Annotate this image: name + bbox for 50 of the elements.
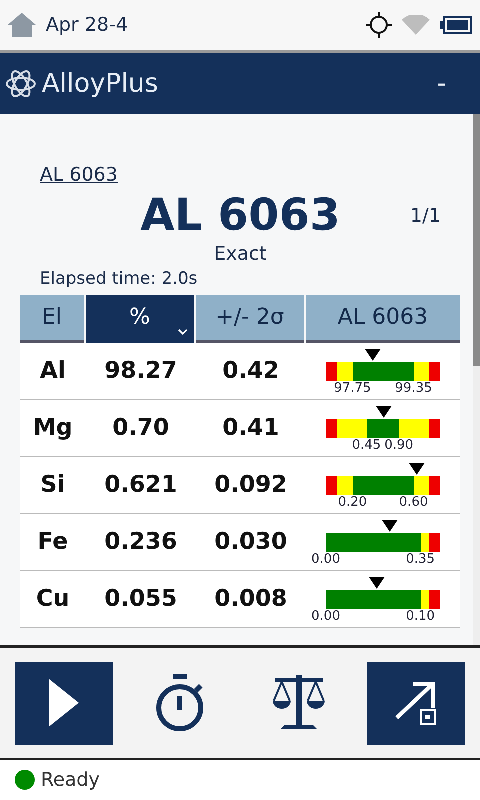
- status-text: Ready: [41, 769, 100, 791]
- element-cell-text: Fe: [36, 529, 70, 555]
- percent-cell-text: 0.236: [104, 529, 178, 555]
- range-label: 99.35: [395, 381, 432, 396]
- crosshair-icon: [366, 12, 392, 38]
- home-icon[interactable]: [8, 13, 36, 37]
- range-label: 0.90: [384, 438, 414, 453]
- element-cell-text: Si: [40, 472, 66, 498]
- range-label: 0.00: [312, 552, 340, 567]
- error-cell-text: 0.030: [214, 529, 288, 555]
- column-header[interactable]: %: [86, 295, 194, 343]
- range-label: 97.75: [334, 381, 372, 396]
- stopwatch-icon: [156, 674, 206, 732]
- status-title: Apr 28-4: [46, 14, 130, 36]
- app-title: AlloyPlus: [42, 68, 160, 98]
- percent-cell-text: 0.055: [104, 586, 178, 612]
- element-cell-text: Al: [39, 358, 67, 384]
- range-label: 0.45: [352, 438, 382, 453]
- error-cell-text: 0.41: [222, 415, 280, 441]
- scrollbar-thumb[interactable]: [473, 114, 480, 366]
- chevron-down-icon: [178, 329, 188, 336]
- element-cell-text: Cu: [35, 586, 71, 612]
- error-cell-text: 0.092: [214, 472, 288, 498]
- percent-cell-text: 98.27: [104, 358, 178, 384]
- column-header[interactable]: El: [20, 295, 84, 343]
- play-button[interactable]: [15, 662, 113, 744]
- match-count: 1/1: [410, 204, 441, 226]
- battery-icon: [440, 16, 472, 34]
- wifi-icon: [402, 15, 430, 35]
- atom-icon: [6, 68, 36, 98]
- grade-link[interactable]: AL 6063: [40, 164, 118, 186]
- export-icon: [394, 680, 437, 726]
- column-header[interactable]: AL 6063: [306, 295, 460, 343]
- minimize-button[interactable]: -: [422, 68, 462, 98]
- range-label: 0.60: [399, 495, 428, 510]
- range-label: 0.35: [406, 552, 436, 567]
- range-label: 0.20: [338, 495, 368, 510]
- range-label: 0.10: [406, 609, 436, 624]
- error-cell-text: 0.008: [214, 586, 288, 612]
- match-quality: Exact: [214, 243, 267, 265]
- range-label: 0.00: [312, 609, 340, 624]
- error-cell-text: 0.42: [222, 358, 280, 384]
- export-button[interactable]: [366, 662, 465, 744]
- grade-title: AL 6063: [140, 190, 340, 241]
- column-header[interactable]: +/- 2σ: [196, 295, 304, 343]
- percent-cell-text: 0.70: [112, 415, 170, 441]
- element-cell-text: Mg: [32, 415, 74, 441]
- percent-cell-text: 0.621: [104, 472, 178, 498]
- play-icon: [49, 679, 79, 727]
- elapsed-time: Elapsed time: 2.0s: [40, 269, 199, 289]
